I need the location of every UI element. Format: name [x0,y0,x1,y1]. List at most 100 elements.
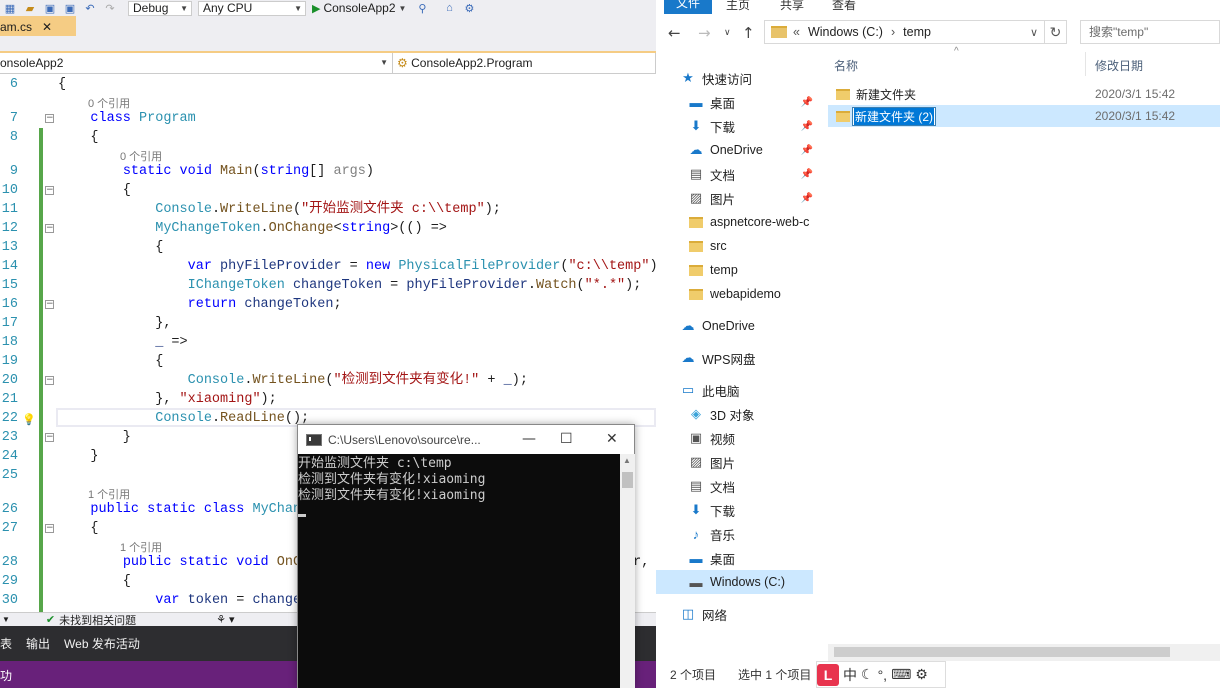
collapse-icon[interactable]: − [45,300,54,309]
breadcrumb-overflow[interactable]: « [793,25,800,39]
breadcrumb-drive[interactable]: Windows (C:) [808,25,883,39]
nav-item[interactable]: ★ 快速访问 [656,66,813,90]
tab-output[interactable]: 输出 [26,635,50,652]
address-bar[interactable]: « Windows (C:) › temp ∨ [764,20,1045,44]
code-line[interactable]: 19 { [0,352,656,371]
gear-icon[interactable]: ⚙ [915,666,928,683]
rename-input[interactable]: 新建文件夹 (2) [852,106,937,126]
attach-icon[interactable]: ⚲ [415,1,429,15]
code-line[interactable]: 6{ [0,75,656,94]
brush-icon[interactable]: ⚘ ▾ [216,613,234,626]
nav-item[interactable]: ⬇ 下载 [656,498,813,522]
codelens-references[interactable]: 1 个引用 [88,486,130,502]
ime-logo-icon[interactable]: L [817,663,839,686]
code-line[interactable]: 16 − return changeToken; [0,295,656,314]
nav-item[interactable]: ▨ 图片 [656,450,813,474]
recent-chevron-icon[interactable]: ∨ [724,28,731,38]
nav-item[interactable]: ▤ 文档 [656,474,813,498]
collapse-icon[interactable]: − [45,376,54,385]
search-input[interactable]: 搜索"temp" [1080,20,1220,44]
nav-item[interactable]: src [656,234,813,258]
code-line[interactable]: 20 − Console.WriteLine("检测到文件夹有变化!" + _); [0,371,656,390]
nav-item[interactable]: ☁ OneDrive [656,314,813,338]
column-separator[interactable] [1085,52,1086,76]
tab-program-cs[interactable]: am.cs ✕ [0,16,76,36]
nav-item[interactable]: aspnetcore-web-c [656,210,813,234]
pin-icon[interactable]: 📌 [801,145,813,156]
console-title-bar[interactable]: C:\Users\Lenovo\source\re... — ☐ ✕ [298,425,634,454]
chevron-down-icon[interactable]: ∨ [1030,26,1038,39]
home-icon[interactable]: ⌂ [442,1,456,15]
close-icon[interactable]: ✕ [42,20,52,34]
settings-icon[interactable]: ⚙ [462,1,476,15]
refresh-button[interactable]: ↻ [1045,20,1067,44]
code-line[interactable]: 15 IChangeToken changeToken = phyFilePro… [0,276,656,295]
project-select[interactable]: onsoleApp2 ▼ [0,53,393,73]
column-date[interactable]: 修改日期 [1095,57,1143,74]
collapse-icon[interactable]: − [45,433,54,442]
code-line[interactable]: 14 var phyFileProvider = new PhysicalFil… [0,257,656,276]
file-row[interactable]: 新建文件夹 2020/3/1 15:42 [828,83,1220,105]
pin-icon[interactable]: 📌 [801,97,813,108]
code-line[interactable]: 13 { [0,238,656,257]
collapse-icon[interactable]: − [45,524,54,533]
horizontal-scrollbar[interactable] [828,644,1220,661]
nav-item[interactable]: ▬ 桌面 [656,546,813,570]
config-select[interactable]: Debug ▼ [128,0,192,16]
nav-item[interactable]: ◫ 网络 [656,602,813,626]
nav-item[interactable]: ☁ WPS网盘 [656,346,813,370]
nav-item[interactable]: temp [656,258,813,282]
up-arrow-icon[interactable]: ↑ [742,24,755,42]
collapse-icon[interactable]: − [45,114,54,123]
nav-item[interactable]: ◈ 3D 对象 [656,402,813,426]
forward-arrow-icon[interactable]: → [698,24,711,42]
collapse-icon[interactable]: − [45,186,54,195]
codelens-references[interactable]: 1 个引用 [120,539,162,555]
nav-item[interactable]: ▬ Windows (C:) [656,570,813,594]
scroll-thumb[interactable] [622,472,633,488]
pin-icon[interactable]: 📌 [801,121,813,132]
code-line[interactable]: 7 − class Program [0,109,656,128]
code-line[interactable]: 9 static void Main(string[] args) [0,162,656,181]
save-all-icon[interactable]: ▣ [63,1,77,15]
tab-share[interactable]: 共享 [780,0,804,13]
code-line[interactable]: 17 }, [0,314,656,333]
lightbulb-icon[interactable]: 💡 [22,412,36,427]
moon-icon[interactable]: ☾ [861,666,874,683]
scroll-thumb[interactable] [834,647,1170,657]
tab-error-list[interactable]: 表 [0,635,12,652]
nav-item[interactable]: ⬇ 下载 📌 [656,114,813,138]
tab-web-publish[interactable]: Web 发布活动 [64,635,140,652]
start-debug-button[interactable]: ▶ ConsoleApp2 ▼ [312,1,406,15]
nav-item[interactable]: webapidemo [656,282,813,306]
type-select[interactable]: ⚙ ConsoleApp2.Program [393,53,656,73]
console-output[interactable]: 开始监测文件夹 c:\temp 检测到文件夹有变化!xiaoming 检测到文件… [298,454,620,688]
code-line[interactable]: 12 − MyChangeToken.OnChange<string>(() => [0,219,656,238]
scroll-up-icon[interactable]: ▲ [623,456,631,465]
console-window[interactable]: C:\Users\Lenovo\source\re... — ☐ ✕ 开始监测文… [297,424,635,688]
punctuation-icon[interactable]: °, [878,667,888,683]
keyboard-icon[interactable]: ⌨ [891,666,911,683]
close-icon[interactable]: ✕ [606,431,618,447]
tab-home[interactable]: 主页 [726,0,750,13]
open-icon[interactable]: ▰ [23,1,37,15]
save-icon[interactable]: ▣ [43,1,57,15]
column-name[interactable]: 名称 [834,57,858,74]
codelens-references[interactable]: 0 个引用 [120,148,162,164]
nav-item[interactable]: ♪ 音乐 [656,522,813,546]
back-arrow-icon[interactable]: ← [668,24,681,42]
code-line[interactable]: 18 _ => [0,333,656,352]
redo-icon[interactable]: ↷ [103,1,117,15]
maximize-icon[interactable]: ☐ [560,431,573,447]
pin-icon[interactable]: 📌 [801,169,813,180]
nav-item[interactable]: ▬ 桌面 📌 [656,90,814,114]
undo-icon[interactable]: ↶ [83,1,97,15]
nav-item[interactable]: ☁ OneDrive 📌 [656,138,814,162]
file-row-selected[interactable]: 新建文件夹 (2) 2020/3/1 15:42 [828,105,1220,127]
ime-language[interactable]: 中 [843,665,857,685]
code-line[interactable]: 8 { [0,128,656,147]
collapse-icon[interactable]: − [45,224,54,233]
minimize-icon[interactable]: — [522,431,536,447]
nav-item[interactable]: ▭ 此电脑 [656,378,813,402]
tab-file[interactable]: 文件 [664,0,712,14]
